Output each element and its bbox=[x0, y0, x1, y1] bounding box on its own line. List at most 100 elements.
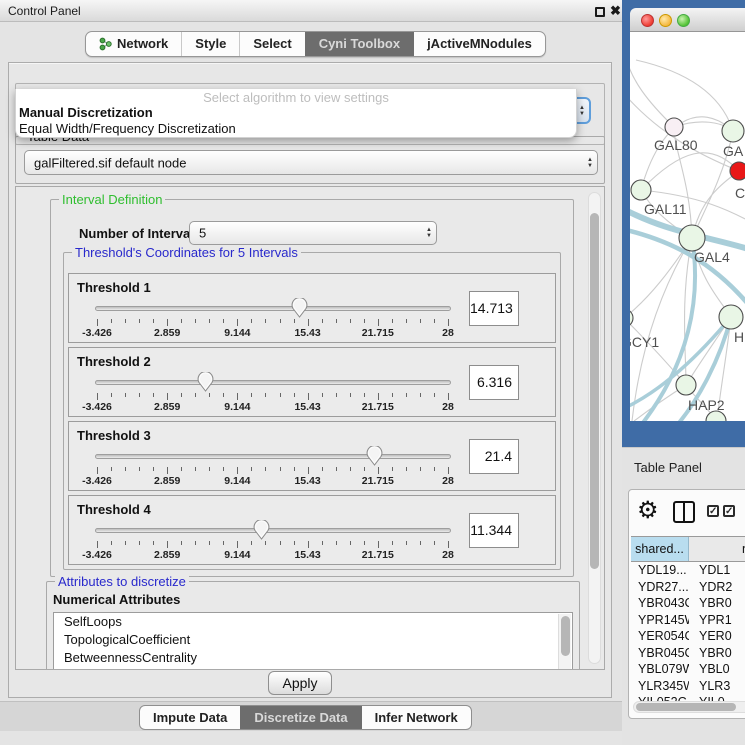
table-cell: YBR045C bbox=[631, 645, 689, 662]
tick-mark bbox=[251, 319, 252, 323]
tick-mark bbox=[139, 467, 140, 471]
threshold-row: Threshold 3-3.4262.8599.14415.4321.71528… bbox=[68, 421, 556, 491]
tick-mark bbox=[181, 541, 182, 545]
tick-mark bbox=[322, 467, 323, 471]
threshold-value-field[interactable]: 11.344 bbox=[469, 513, 519, 548]
list-item[interactable]: TopologicalCoefficient bbox=[54, 631, 572, 649]
network-canvas[interactable]: GAL80GACGAL11GAL4GCY1HHAP2 bbox=[630, 32, 745, 421]
table-cell: YBR0 bbox=[689, 595, 745, 612]
checkbox-icon[interactable]: ✓ bbox=[707, 505, 719, 517]
tick-mark bbox=[294, 319, 295, 323]
tick-mark bbox=[420, 467, 421, 471]
network-node-h[interactable] bbox=[719, 305, 743, 329]
slider-track[interactable] bbox=[95, 528, 451, 533]
attributes-scrollbar[interactable] bbox=[558, 614, 571, 670]
list-item[interactable]: BetweennessCentrality bbox=[54, 649, 572, 667]
attributes-group-title: Attributes to discretize bbox=[55, 574, 189, 589]
tick-mark bbox=[265, 393, 266, 397]
slider-track[interactable] bbox=[95, 380, 451, 385]
tick-mark bbox=[181, 467, 182, 471]
tick-mark bbox=[111, 393, 112, 397]
table-row[interactable]: YBR043CYBR0 bbox=[631, 595, 745, 612]
tick-mark bbox=[406, 393, 407, 397]
tick-label: 28 bbox=[442, 401, 454, 413]
tab-cyni-toolbox[interactable]: Cyni Toolbox bbox=[305, 32, 413, 56]
list-item[interactable]: SelfLoops bbox=[54, 613, 572, 631]
tick-mark bbox=[265, 319, 266, 323]
float-window-icon[interactable] bbox=[595, 7, 605, 17]
table-row[interactable]: YDL19...YDL1 bbox=[631, 562, 745, 579]
tick-mark bbox=[223, 393, 224, 397]
gear-icon[interactable]: ⚙ bbox=[637, 496, 659, 525]
tick-mark bbox=[364, 319, 365, 323]
mac-zoom-icon[interactable] bbox=[677, 14, 690, 27]
number-of-intervals-combobox[interactable]: 5 ▲▼ bbox=[189, 221, 437, 245]
close-icon[interactable]: ✖ bbox=[610, 3, 621, 19]
table-row[interactable]: YLR345WYLR3 bbox=[631, 678, 745, 695]
column-header-name[interactable]: na bbox=[689, 537, 745, 561]
threshold-value-field[interactable]: 6.316 bbox=[469, 365, 519, 400]
spinner-arrows-icon: ▲▼ bbox=[579, 105, 585, 117]
tab-label: Select bbox=[253, 32, 291, 56]
tick-mark bbox=[167, 393, 168, 400]
threshold-value-field[interactable]: 21.4 bbox=[469, 439, 519, 474]
tick-label: -3.426 bbox=[82, 549, 112, 561]
table-row[interactable]: YBR045CYBR0 bbox=[631, 645, 745, 662]
table-row[interactable]: YBL079WYBL0 bbox=[631, 661, 745, 678]
table-row[interactable]: YER054CYER0 bbox=[631, 628, 745, 645]
tab-infer-network[interactable]: Infer Network bbox=[361, 706, 471, 729]
mac-close-icon[interactable] bbox=[641, 14, 654, 27]
network-node-gal11[interactable] bbox=[631, 180, 651, 200]
table-data-value: galFiltered.sif default node bbox=[34, 155, 186, 170]
mac-minimize-icon[interactable] bbox=[659, 14, 672, 27]
network-node[interactable] bbox=[730, 162, 745, 180]
node-table[interactable]: shared...na YDL19...YDL1YDR27...YDR2YBR0… bbox=[631, 536, 745, 711]
tick-mark bbox=[195, 319, 196, 323]
tick-mark bbox=[153, 467, 154, 471]
dropdown-item-manual[interactable]: Manual Discretization bbox=[16, 105, 576, 121]
column-header-shared[interactable]: shared... bbox=[631, 537, 689, 561]
slider-thumb[interactable] bbox=[197, 372, 214, 392]
slider-thumb[interactable] bbox=[291, 298, 308, 318]
control-panel-titlebar: Control Panel ✖ bbox=[0, 0, 622, 22]
node-label: C bbox=[735, 185, 745, 201]
network-node-gal80[interactable] bbox=[665, 118, 683, 136]
network-view-window: GAL80GACGAL11GAL4GCY1HHAP2 bbox=[622, 0, 745, 447]
network-node-gal4[interactable] bbox=[679, 225, 705, 251]
numerical-attributes-list[interactable]: SelfLoopsTopologicalCoefficientBetweenne… bbox=[53, 612, 573, 670]
dropdown-item-equal-width[interactable]: Equal Width/Frequency Discretization bbox=[16, 121, 576, 137]
tick-mark bbox=[195, 393, 196, 397]
table-toolbar: ⚙ ✓ ✓ bbox=[629, 490, 745, 536]
network-node[interactable] bbox=[722, 120, 744, 142]
tick-mark bbox=[237, 467, 238, 474]
table-data-combobox[interactable]: galFiltered.sif default node ▲▼ bbox=[24, 150, 598, 175]
tick-mark bbox=[111, 467, 112, 471]
tick-mark bbox=[125, 541, 126, 545]
threshold-value-field[interactable]: 14.713 bbox=[469, 291, 519, 326]
tab-style[interactable]: Style bbox=[181, 32, 239, 56]
tab-discretize-data[interactable]: Discretize Data bbox=[240, 706, 360, 729]
tick-mark bbox=[125, 467, 126, 471]
checkbox-icon[interactable]: ✓ bbox=[723, 505, 735, 517]
tab-network[interactable]: Network bbox=[86, 32, 181, 56]
tick-mark bbox=[392, 541, 393, 545]
split-columns-icon[interactable] bbox=[673, 501, 695, 523]
slider-thumb[interactable] bbox=[253, 520, 270, 540]
table-panel: Table Panel ⚙ ✓ ✓ shared...na YDL19...YD… bbox=[622, 447, 745, 745]
tick-label: 28 bbox=[442, 549, 454, 561]
slider-track[interactable] bbox=[95, 306, 451, 311]
tab-jactivemnodules[interactable]: jActiveMNodules bbox=[413, 32, 545, 56]
table-row[interactable]: YDR27...YDR2 bbox=[631, 579, 745, 596]
network-node-hap2[interactable] bbox=[676, 375, 696, 395]
table-row[interactable]: YPR145WYPR1 bbox=[631, 612, 745, 629]
slider-track[interactable] bbox=[95, 454, 451, 459]
settings-vertical-scrollbar[interactable] bbox=[588, 192, 601, 664]
apply-button[interactable]: Apply bbox=[268, 671, 332, 695]
network-edge bbox=[630, 318, 686, 385]
slider-thumb[interactable] bbox=[366, 446, 383, 466]
tab-select[interactable]: Select bbox=[239, 32, 304, 56]
table-horizontal-scrollbar[interactable] bbox=[633, 701, 745, 713]
tab-impute-data[interactable]: Impute Data bbox=[140, 706, 240, 729]
table-panel-box: ⚙ ✓ ✓ shared...na YDL19...YDL1YDR27...YD… bbox=[628, 489, 745, 719]
tab-label: Cyni Toolbox bbox=[319, 32, 400, 56]
